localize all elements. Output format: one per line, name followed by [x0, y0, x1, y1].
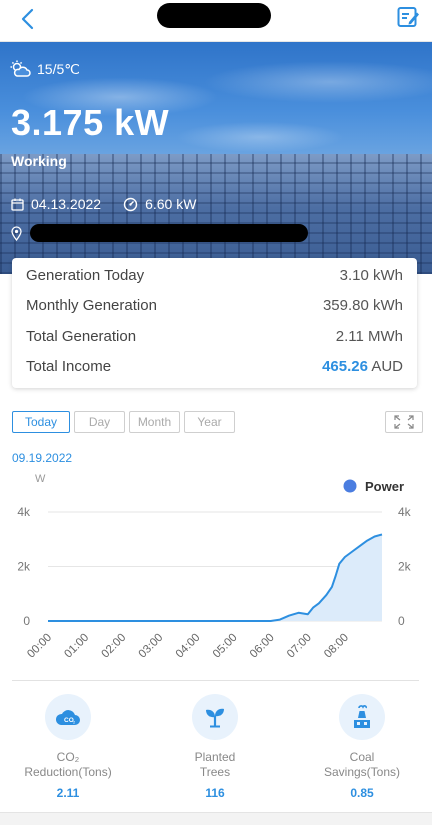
plant-hero-banner: 15/5℃ 3.175 kW Working 04.13.2022 6.60 k… — [0, 42, 432, 274]
y-tick-label-left: 2k — [17, 560, 31, 574]
weather-info: 15/5℃ — [9, 60, 80, 78]
legend-marker — [343, 479, 357, 493]
chart-date: 09.19.2022 — [12, 451, 73, 465]
stat-co2-reduction: CO 2 CO₂ Reduction(Tons) 2.11 — [8, 694, 128, 800]
generation-summary-card: Generation Today 3.10 kWh Monthly Genera… — [12, 258, 417, 388]
x-axis-ticks: 00:00 01:00 02:00 03:00 04:00 05:00 06:00 07:00… — [25, 632, 351, 661]
stat-label-line1: CO₂ — [56, 750, 80, 764]
stat-coal-savings: Coal Savings(Tons) 0.85 — [302, 694, 422, 800]
fullscreen-button[interactable] — [385, 411, 423, 433]
bottom-system-bar — [0, 812, 432, 825]
stat-label-line1: Planted — [194, 750, 236, 764]
summary-label: Total Generation — [26, 327, 137, 345]
x-tick-label: 01:00 — [62, 632, 91, 661]
co2-cloud-icon: CO 2 — [55, 710, 80, 725]
summary-row: Generation Today 3.10 kWh — [26, 260, 403, 291]
edit-note-icon — [397, 7, 419, 27]
stat-label-line1: Coal — [349, 750, 375, 764]
legend-label: Power — [365, 479, 404, 494]
temperature-text: 15/5℃ — [37, 60, 80, 77]
stat-label: Planted Trees — [195, 750, 236, 780]
income-label: Total Income — [26, 358, 112, 376]
location-row — [11, 224, 308, 242]
y-tick-label-left: 0 — [23, 614, 30, 628]
solar-panels-background — [0, 154, 432, 274]
x-tick-label: 07:00 — [285, 632, 314, 661]
stat-label: Coal Savings(Tons) — [324, 750, 400, 780]
cloud-sun-icon — [10, 60, 31, 77]
factory-icon — [354, 705, 370, 728]
stat-label-line2: Savings(Tons) — [323, 765, 401, 779]
income-unit: AUD — [371, 358, 403, 376]
x-tick-label: 06:00 — [248, 632, 277, 661]
current-power-value: 3.175 kW — [11, 102, 170, 143]
y-unit-label: W — [35, 473, 46, 485]
back-button[interactable] — [14, 6, 40, 32]
chevron-left-icon — [21, 8, 34, 30]
stat-icon-wrap: CO 2 — [45, 694, 91, 740]
y-tick-label-left: 4k — [17, 505, 31, 519]
x-tick-label: 05:00 — [211, 632, 240, 661]
redacted-title — [157, 3, 271, 28]
calendar-icon — [11, 198, 24, 211]
summary-label: Monthly Generation — [26, 297, 157, 315]
stat-icon-wrap — [339, 694, 385, 740]
summary-row: Total Generation 2.11 MWh — [26, 321, 403, 352]
location-pin-icon — [11, 225, 22, 241]
tab-month[interactable]: Month — [129, 411, 180, 433]
stat-planted-trees: Planted Trees 116 — [155, 694, 275, 800]
plant-meta-row: 04.13.2022 6.60 kW — [11, 196, 218, 212]
summary-row: Monthly Generation 359.80 kWh — [26, 291, 403, 322]
x-tick-label: 02:00 — [100, 632, 129, 661]
installed-capacity: 6.60 kW — [123, 196, 196, 212]
summary-value: 2.11 MWh — [335, 327, 403, 345]
income-value: 465.26 — [322, 358, 368, 376]
sprout-icon — [206, 708, 224, 728]
x-tick-label: 04:00 — [174, 632, 203, 661]
top-nav-bar — [0, 0, 432, 42]
x-tick-label: 03:00 — [137, 632, 166, 661]
y-tick-label-right: 0 — [398, 614, 405, 628]
install-date-text: 04.13.2022 — [31, 196, 102, 212]
power-chart: W Power 00:00 01:00 02:00 03:00 04:00 05:00 06… — [17, 473, 412, 661]
summary-value: 3.10 kWh — [339, 266, 403, 284]
capacity-text: 6.60 kW — [145, 196, 197, 212]
expand-icon — [394, 415, 414, 429]
stat-value: 0.85 — [350, 786, 374, 800]
stat-label-line2: Reduction(Tons) — [24, 765, 112, 779]
install-date: 04.13.2022 — [11, 196, 101, 212]
chart-series — [48, 533, 383, 622]
period-tabs: Today Day Month Year — [12, 411, 235, 433]
income-value-wrap: 465.26 AUD — [322, 358, 403, 375]
summary-value: 359.80 kWh — [322, 297, 403, 315]
summary-row-income: Total Income 465.26 AUD — [26, 352, 403, 383]
tab-day[interactable]: Day — [74, 411, 125, 433]
stat-value: 116 — [205, 786, 225, 800]
y-tick-label-right: 2k — [398, 560, 412, 574]
series-area-fill — [48, 534, 382, 621]
x-tick-label: 00:00 — [25, 632, 54, 661]
y-tick-label-right: 4k — [398, 505, 412, 519]
gauge-icon — [123, 197, 138, 211]
summary-label: Generation Today — [26, 266, 145, 284]
stat-icon-wrap — [192, 694, 238, 740]
tab-year[interactable]: Year — [184, 411, 235, 433]
plant-status: Working — [11, 153, 67, 169]
stat-label: CO₂ Reduction(Tons) — [24, 750, 111, 780]
redacted-address — [30, 224, 308, 242]
stat-value: 2.11 — [56, 786, 80, 800]
section-divider — [12, 680, 419, 681]
tab-today[interactable]: Today — [12, 411, 70, 433]
stat-label-line2: Trees — [199, 765, 231, 779]
x-tick-label: 08:00 — [322, 632, 351, 661]
edit-button[interactable] — [396, 5, 422, 31]
